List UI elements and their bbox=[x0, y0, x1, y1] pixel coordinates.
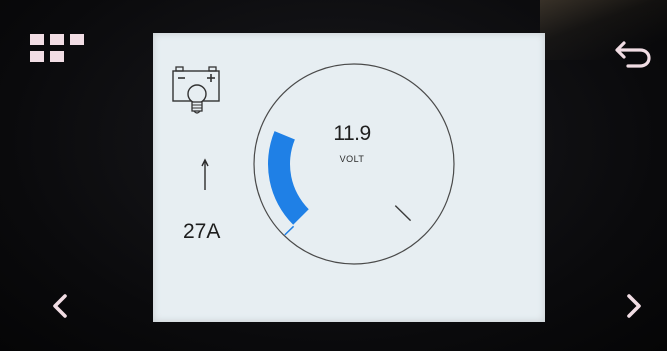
grid-menu-icon bbox=[30, 34, 84, 62]
voltage-readout: 11.9 bbox=[333, 122, 371, 145]
battery-lightbulb-icon bbox=[172, 66, 220, 114]
gauge-level-arc bbox=[268, 131, 309, 225]
chevron-left-icon bbox=[53, 294, 67, 318]
previous-page-button[interactable] bbox=[40, 282, 80, 330]
gauge-start-tick bbox=[284, 225, 295, 236]
menu-button[interactable] bbox=[26, 27, 88, 69]
lcd-screen: 27A 11.9 VOLT bbox=[153, 33, 545, 322]
voltage-gauge bbox=[253, 63, 455, 265]
arrow-up-icon bbox=[201, 158, 209, 190]
current-readout: 27A bbox=[183, 220, 221, 243]
gauge-end-tick bbox=[394, 205, 412, 222]
voltage-unit-label: VOLT bbox=[339, 154, 365, 164]
back-button[interactable] bbox=[608, 30, 660, 76]
return-arrow-icon bbox=[615, 41, 651, 68]
next-page-button[interactable] bbox=[614, 282, 654, 330]
chevron-right-icon bbox=[627, 294, 641, 318]
